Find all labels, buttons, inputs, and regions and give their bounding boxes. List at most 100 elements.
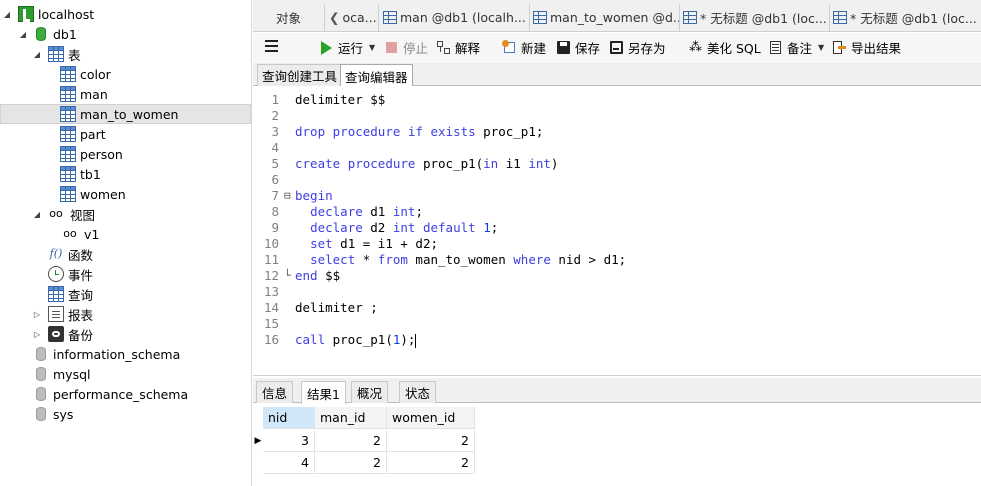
- tab-table-man[interactable]: man @db1 (localh...: [380, 4, 530, 31]
- tab-untitled-query-1[interactable]: * 无标题 @db1 (loc...: [680, 4, 830, 31]
- run-button[interactable]: 运行 ▼: [319, 38, 375, 57]
- menu-button[interactable]: [264, 38, 283, 53]
- code-line[interactable]: 5 create procedure proc_p1(in i1 int): [253, 156, 981, 172]
- table-label: women: [80, 186, 126, 202]
- tree-table-color[interactable]: color: [0, 64, 251, 84]
- line-number: 15: [263, 316, 279, 331]
- table-cell[interactable]: 4: [263, 452, 315, 474]
- tree-table-women[interactable]: women: [0, 184, 251, 204]
- tab-result1-label: 结果1: [307, 386, 340, 402]
- tree-database-performance-schema[interactable]: performance_schema: [0, 384, 251, 404]
- code-line[interactable]: 15: [253, 316, 981, 332]
- collapse-arrow-icon[interactable]: ◢: [32, 50, 42, 59]
- expand-arrow-icon[interactable]: ▷: [32, 330, 42, 339]
- tree-table-man-to-women[interactable]: man_to_women: [0, 104, 251, 124]
- comment-dropdown-icon[interactable]: ▼: [818, 43, 824, 52]
- table-label: man_to_women: [80, 106, 179, 122]
- tree-table-tb1[interactable]: tb1: [0, 164, 251, 184]
- new-label: 新建: [521, 41, 547, 56]
- code-line[interactable]: 7 ⊟ begin: [253, 188, 981, 204]
- column-header-nid[interactable]: nid: [263, 407, 315, 429]
- code-line[interactable]: 4: [253, 140, 981, 156]
- fold-collapse-icon[interactable]: ⊟: [284, 188, 291, 204]
- tab-result1[interactable]: 结果1: [301, 381, 346, 404]
- table-cell[interactable]: 3: [263, 430, 315, 452]
- code-line[interactable]: 10 set d1 = i1 + d2;: [253, 236, 981, 252]
- tab-query-builder[interactable]: 查询创建工具: [257, 64, 343, 86]
- code-line[interactable]: 13: [253, 284, 981, 300]
- table-cell[interactable]: 2: [387, 430, 475, 452]
- line-number: 3: [271, 124, 279, 139]
- line-number: 8: [271, 204, 279, 219]
- tree-database-mysql[interactable]: mysql: [0, 364, 251, 384]
- tree-group-queries[interactable]: 查询: [0, 284, 251, 304]
- tree-connection-localhost[interactable]: ◢ localhost: [0, 4, 251, 24]
- tree-group-views[interactable]: ◢ oo 视图: [0, 204, 251, 224]
- tab-table-man-to-women[interactable]: man_to_women @d...: [530, 4, 680, 31]
- code-line[interactable]: 11 select * from man_to_women where nid …: [253, 252, 981, 268]
- code-text: declare d1 int;: [310, 204, 423, 219]
- save-button[interactable]: 保存: [556, 38, 600, 57]
- collapse-arrow-icon[interactable]: ◢: [18, 30, 28, 39]
- code-line[interactable]: 2: [253, 108, 981, 124]
- tree-database-information-schema[interactable]: information_schema: [0, 344, 251, 364]
- tree-database-db1[interactable]: ◢ db1: [0, 24, 251, 44]
- tree-group-reports[interactable]: ▷ 报表: [0, 304, 251, 324]
- code-line[interactable]: 3 drop procedure if exists proc_p1;: [253, 124, 981, 140]
- code-line[interactable]: 9 declare d2 int default 1;: [253, 220, 981, 236]
- explain-button[interactable]: 解释: [436, 38, 480, 57]
- cell-value: 2: [461, 433, 469, 448]
- tree-table-man[interactable]: man: [0, 84, 251, 104]
- clock-icon: [48, 266, 64, 282]
- tab-untitled-query-2[interactable]: * 无标题 @db1 (loc...: [830, 4, 980, 31]
- run-dropdown-icon[interactable]: ▼: [369, 43, 375, 52]
- tab-query-1[interactable]: ❮ oca...: [325, 4, 379, 31]
- cell-value: 4: [301, 455, 309, 470]
- line-number: 4: [271, 140, 279, 155]
- tab-label: oca...: [342, 10, 377, 25]
- result-grid[interactable]: nid man_id women_id ▶ 3 2 2 4 2 2: [253, 406, 981, 486]
- tab-scroll-left-icon[interactable]: ❮: [329, 10, 339, 25]
- tree-view-v1[interactable]: oo v1: [0, 224, 251, 244]
- expand-arrow-icon[interactable]: ▷: [32, 310, 42, 319]
- tab-overview[interactable]: 概况: [351, 381, 389, 403]
- table-cell[interactable]: 2: [315, 430, 387, 452]
- tree-table-part[interactable]: part: [0, 124, 251, 144]
- line-number: 1: [271, 92, 279, 107]
- comment-button[interactable]: 备注 ▼: [768, 38, 824, 57]
- new-button[interactable]: 新建: [502, 38, 546, 57]
- tree-database-sys[interactable]: sys: [0, 404, 251, 424]
- sql-code-editor[interactable]: 1 delimiter $$ 2 3 drop procedure if exists …: [253, 86, 981, 376]
- code-line[interactable]: 12 └ end $$: [253, 268, 981, 284]
- tree-group-functions[interactable]: f() 函数: [0, 244, 251, 264]
- tab-label: * 无标题 @db1 (loc...: [850, 11, 977, 26]
- tab-query-editor[interactable]: 查询编辑器: [340, 64, 413, 87]
- line-number: 6: [271, 172, 279, 187]
- code-line[interactable]: 1 delimiter $$: [253, 92, 981, 108]
- tree-group-events[interactable]: 事件: [0, 264, 251, 284]
- tree-group-backups[interactable]: ▷ 备份: [0, 324, 251, 344]
- tab-info[interactable]: 信息: [256, 381, 294, 403]
- column-header-women-id[interactable]: women_id: [387, 407, 475, 429]
- column-header-label: nid: [268, 410, 288, 425]
- table-icon: [60, 166, 76, 182]
- code-line[interactable]: 16 call proc_p1(1);: [253, 332, 981, 348]
- collapse-arrow-icon[interactable]: ◢: [32, 210, 42, 219]
- tab-objects[interactable]: 对象: [253, 4, 325, 31]
- tab-status[interactable]: 状态: [399, 381, 437, 403]
- code-line[interactable]: 6: [253, 172, 981, 188]
- column-header-man-id[interactable]: man_id: [315, 407, 387, 429]
- table-cell[interactable]: 2: [315, 452, 387, 474]
- save-as-label: 另存为: [628, 41, 666, 56]
- table-cell[interactable]: 2: [387, 452, 475, 474]
- stop-button[interactable]: 停止: [384, 38, 428, 57]
- code-line[interactable]: 14 delimiter ;: [253, 300, 981, 316]
- tree-table-person[interactable]: person: [0, 144, 251, 164]
- save-as-button[interactable]: 另存为: [609, 38, 666, 57]
- export-results-button[interactable]: 导出结果: [832, 38, 901, 57]
- tree-group-tables[interactable]: ◢ 表: [0, 44, 251, 64]
- collapse-arrow-icon[interactable]: ◢: [2, 10, 12, 19]
- beautify-sql-button[interactable]: ⁂ 美化 SQL: [688, 38, 761, 57]
- code-line[interactable]: 8 declare d1 int;: [253, 204, 981, 220]
- tables-group-icon: [48, 46, 64, 62]
